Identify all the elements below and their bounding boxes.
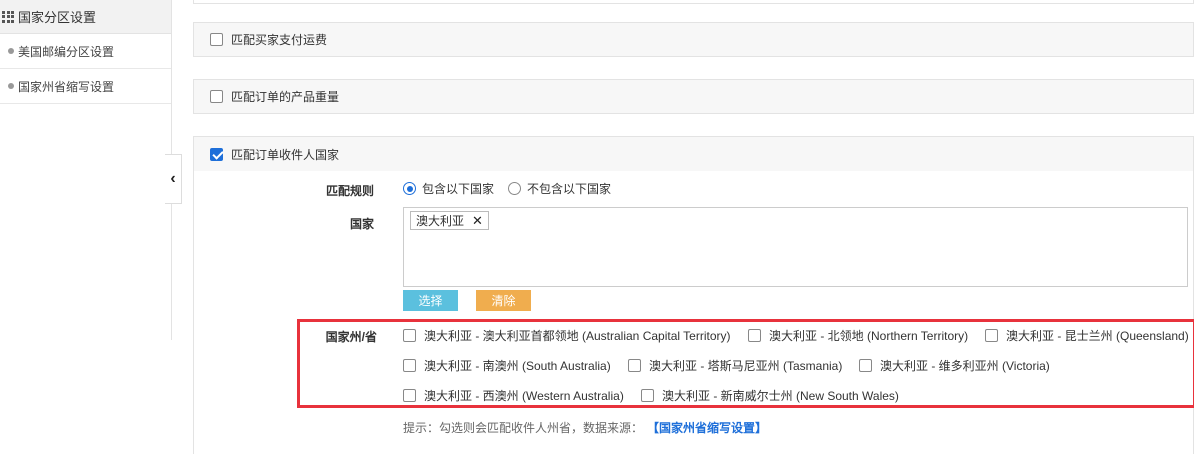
state-checkbox[interactable] xyxy=(403,359,416,372)
country-tag: 澳大利亚 ✕ xyxy=(410,211,489,230)
state-label: 澳大利亚 - 塔斯马尼亚州 (Tasmania) xyxy=(649,359,843,373)
state-item-qld[interactable]: 澳大利亚 - 昆士兰州 (Queensland) xyxy=(985,327,1189,344)
state-label: 澳大利亚 - 北领地 (Northern Territory) xyxy=(769,329,969,343)
panel-product-weight: 匹配订单的产品重量 xyxy=(193,79,1194,114)
recipient-country-settings: 匹配规则 包含以下国家 不包含以下国家 国家 澳大利亚 ✕ 选择 清除 国家州/… xyxy=(193,171,1194,454)
app-root: 国家分区设置 美国邮编分区设置 国家州省缩写设置 ‹ 匹配买家支付运费 匹配订单… xyxy=(0,0,1194,454)
hint-text: 提示：勾选则会匹配收件人州省，数据来源： xyxy=(403,421,644,435)
hint: 提示：勾选则会匹配收件人州省，数据来源： 【国家州省缩写设置】 xyxy=(403,419,767,436)
state-checkbox[interactable] xyxy=(985,329,998,342)
state-item-act[interactable]: 澳大利亚 - 澳大利亚首都领地 (Australian Capital Terr… xyxy=(403,327,731,344)
sidebar-item-label: 美国邮编分区设置 xyxy=(18,44,115,59)
pay-shipping-checkbox[interactable] xyxy=(210,33,223,46)
main-content: 匹配买家支付运费 匹配订单的产品重量 匹配订单收件人国家 匹配规则 包含以下国家… xyxy=(193,0,1194,454)
country-label: 国家 xyxy=(349,217,374,231)
sidebar-collapse-toggle[interactable]: ‹ xyxy=(165,154,182,204)
select-button[interactable]: 选择 xyxy=(403,290,458,311)
include-countries-radio[interactable] xyxy=(403,182,416,195)
sidebar-title: 国家分区设置 xyxy=(18,10,97,25)
country-tag-input[interactable]: 澳大利亚 ✕ xyxy=(403,207,1188,287)
states-highlight-box: 国家州/省 澳大利亚 - 澳大利亚首都领地 (Australian Capita… xyxy=(297,319,1194,408)
bullet-icon xyxy=(8,83,14,89)
match-rule-options: 包含以下国家 不包含以下国家 xyxy=(403,180,625,197)
exclude-countries-label: 不包含以下国家 xyxy=(527,182,612,196)
chevron-left-icon: ‹ xyxy=(170,170,176,187)
sidebar: 国家分区设置 美国邮编分区设置 国家州省缩写设置 xyxy=(0,0,172,340)
states-label: 国家州/省 xyxy=(325,330,377,344)
state-checkbox[interactable] xyxy=(641,389,654,402)
state-item-nt[interactable]: 澳大利亚 - 北领地 (Northern Territory) xyxy=(748,327,968,344)
state-label: 澳大利亚 - 西澳州 (Western Australia) xyxy=(424,389,624,403)
close-icon[interactable]: ✕ xyxy=(472,213,483,229)
state-checkbox[interactable] xyxy=(628,359,641,372)
pay-shipping-label: 匹配买家支付运费 xyxy=(231,33,328,47)
state-label: 澳大利亚 - 维多利亚州 (Victoria) xyxy=(880,359,1050,373)
bullet-icon xyxy=(8,48,14,54)
panel-recipient-country: 匹配订单收件人国家 xyxy=(193,136,1194,172)
state-item-sa[interactable]: 澳大利亚 - 南澳州 (South Australia) xyxy=(403,357,611,374)
sidebar-item-label: 国家州省缩写设置 xyxy=(18,79,115,94)
state-checkbox[interactable] xyxy=(748,329,761,342)
sidebar-item-us-zip-zones[interactable]: 美国邮编分区设置 xyxy=(0,34,171,69)
state-label: 澳大利亚 - 新南威尔士州 (New South Wales) xyxy=(662,389,899,403)
include-countries-label: 包含以下国家 xyxy=(422,182,495,196)
recipient-country-label: 匹配订单收件人国家 xyxy=(231,147,340,162)
match-rule-label: 匹配规则 xyxy=(325,184,374,198)
state-checkbox[interactable] xyxy=(403,389,416,402)
clear-button[interactable]: 清除 xyxy=(476,290,531,311)
recipient-country-checkbox[interactable] xyxy=(210,147,223,161)
state-item-wa[interactable]: 澳大利亚 - 西澳州 (Western Australia) xyxy=(403,387,624,404)
state-item-nsw[interactable]: 澳大利亚 - 新南威尔士州 (New South Wales) xyxy=(641,387,899,404)
state-item-vic[interactable]: 澳大利亚 - 维多利亚州 (Victoria) xyxy=(859,357,1050,374)
state-label: 澳大利亚 - 昆士兰州 (Queensland) xyxy=(1006,329,1189,343)
previous-panel-edge xyxy=(193,0,1194,4)
panel-pay-shipping: 匹配买家支付运费 xyxy=(193,22,1194,57)
country-tag-text: 澳大利亚 xyxy=(416,214,465,228)
grid-icon xyxy=(2,10,14,23)
hint-link-state-abbreviations[interactable]: 【国家州省缩写设置】 xyxy=(647,419,767,436)
sidebar-header: 国家分区设置 xyxy=(0,0,171,34)
state-item-tas[interactable]: 澳大利亚 - 塔斯马尼亚州 (Tasmania) xyxy=(628,357,842,374)
state-checkbox[interactable] xyxy=(403,329,416,342)
state-label: 澳大利亚 - 澳大利亚首都领地 (Australian Capital Terr… xyxy=(424,329,731,343)
product-weight-checkbox[interactable] xyxy=(210,90,223,103)
state-checkbox[interactable] xyxy=(859,359,872,372)
product-weight-label: 匹配订单的产品重量 xyxy=(231,90,340,104)
exclude-countries-radio[interactable] xyxy=(508,182,522,195)
state-label: 澳大利亚 - 南澳州 (South Australia) xyxy=(424,359,611,373)
sidebar-item-state-abbreviations[interactable]: 国家州省缩写设置 xyxy=(0,69,171,104)
